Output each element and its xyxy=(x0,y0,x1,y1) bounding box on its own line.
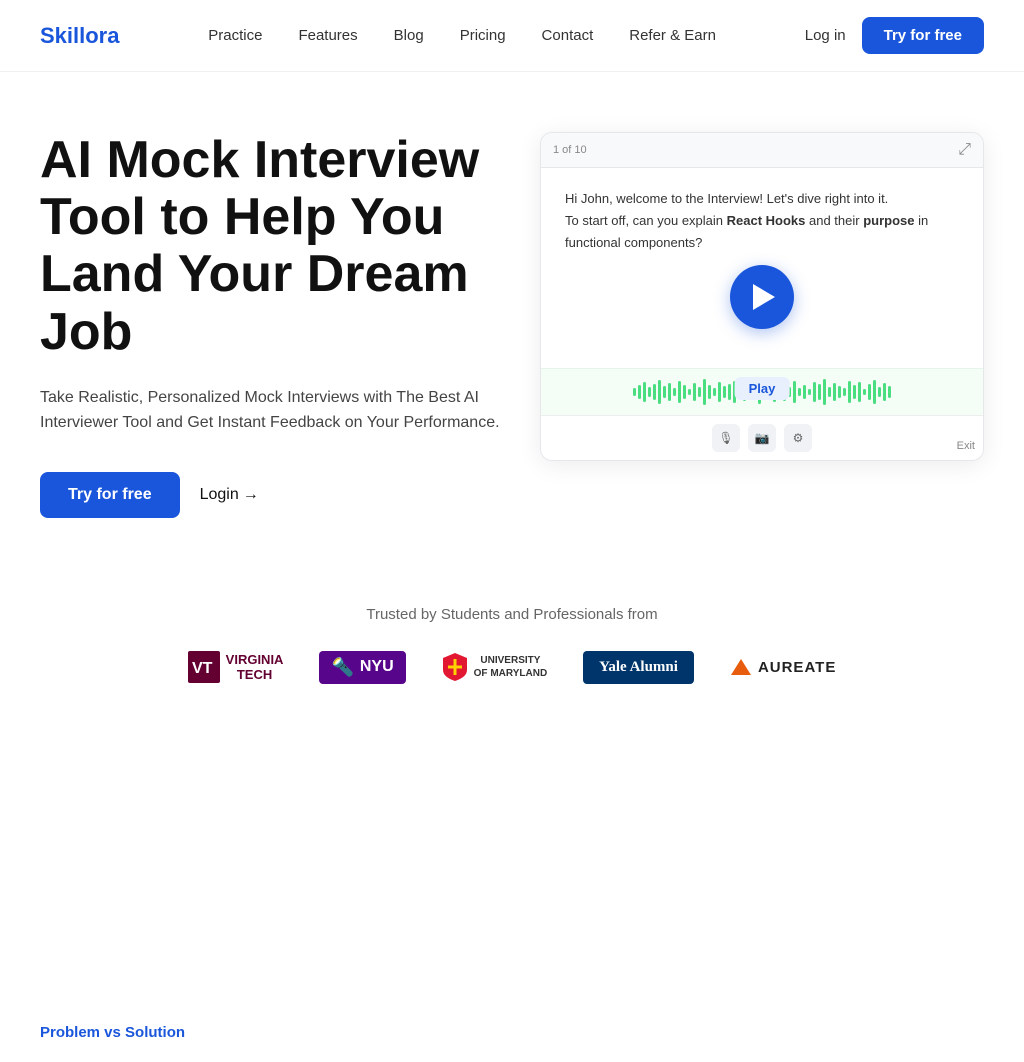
interview-q-part1: To start off, can you explain xyxy=(565,213,727,228)
vt-text: VIRGINIATECH xyxy=(226,652,284,683)
nav-blog[interactable]: Blog xyxy=(394,27,424,44)
wave-bar xyxy=(713,388,716,396)
problem-section-hint: Problem vs Solution xyxy=(0,984,1024,1062)
wave-bar xyxy=(848,381,851,403)
wave-bar xyxy=(643,382,646,402)
hero-title: AI Mock Interview Tool to Help You Land … xyxy=(40,132,500,361)
wave-bar xyxy=(663,386,666,398)
nav-practice[interactable]: Practice xyxy=(208,27,262,44)
interview-greeting: Hi John, welcome to the Interview! Let's… xyxy=(565,191,888,206)
logo-aureate: AUREATE xyxy=(730,657,836,677)
wave-bar xyxy=(708,385,711,399)
wave-bar xyxy=(813,382,816,402)
wave-bar xyxy=(838,386,841,398)
exit-button[interactable]: Exit xyxy=(957,440,975,452)
wave-bar xyxy=(678,381,681,403)
hero-right: 1 of 10 ⤢ Hi John, welcome to the Interv… xyxy=(540,132,984,461)
trusted-section: Trusted by Students and Professionals fr… xyxy=(0,558,1024,724)
vt-emblem-icon: VT xyxy=(188,651,220,683)
wave-bar xyxy=(858,382,861,402)
wave-bar xyxy=(698,387,701,397)
nav-refer-earn[interactable]: Refer & Earn xyxy=(629,27,716,44)
logo-umd: UNIVERSITYOF MARYLAND xyxy=(442,652,548,682)
wave-bar xyxy=(723,386,726,398)
wave-bar xyxy=(703,379,706,405)
wave-bar xyxy=(648,387,651,397)
nav-contact[interactable]: Contact xyxy=(542,27,594,44)
wave-bar xyxy=(658,380,661,404)
wave-bar xyxy=(863,389,866,395)
nav-pricing[interactable]: Pricing xyxy=(460,27,506,44)
wave-bar xyxy=(853,385,856,399)
hero-login-label: Login xyxy=(200,486,239,504)
brand-logo[interactable]: Skillora xyxy=(40,23,119,49)
wave-bar xyxy=(843,388,846,396)
trusted-text: Trusted by Students and Professionals fr… xyxy=(40,606,984,623)
hero-section: AI Mock Interview Tool to Help You Land … xyxy=(0,72,1024,558)
interview-bold2: purpose xyxy=(863,213,914,228)
wave-bar xyxy=(728,384,731,400)
nav-login-link[interactable]: Log in xyxy=(805,27,846,44)
nyu-torch-icon: 🔦 xyxy=(331,657,353,678)
play-label: Play xyxy=(735,377,790,400)
wave-bar xyxy=(633,388,636,396)
hero-left: AI Mock Interview Tool to Help You Land … xyxy=(40,132,500,518)
hero-actions: Try for free Login → xyxy=(40,472,500,518)
wave-bar xyxy=(888,386,891,398)
wave-bar xyxy=(828,387,831,397)
wave-bar xyxy=(798,388,801,396)
nav-right: Log in Try for free xyxy=(805,17,984,54)
logo-yale: Yale Alumni xyxy=(583,651,694,684)
nyu-label: NYU xyxy=(360,658,394,676)
wave-bar xyxy=(693,383,696,401)
ctrl-mic-icon[interactable]: 🎙 xyxy=(712,424,740,452)
spacer xyxy=(0,724,1024,984)
interview-q-part2: and their xyxy=(805,213,863,228)
nav-features[interactable]: Features xyxy=(298,27,357,44)
video-preview: 1 of 10 ⤢ Hi John, welcome to the Interv… xyxy=(540,132,984,461)
wave-bar xyxy=(833,383,836,401)
nav-links: Practice Features Blog Pricing Contact R… xyxy=(208,27,716,44)
ctrl-settings-icon[interactable]: ⚙ xyxy=(784,424,812,452)
wave-bar xyxy=(873,380,876,404)
wave-bar xyxy=(668,383,671,401)
umd-label: UNIVERSITYOF MARYLAND xyxy=(474,654,548,680)
problem-label: Problem vs Solution xyxy=(40,1024,185,1041)
hero-login-link[interactable]: Login → xyxy=(200,486,259,504)
arrow-icon: → xyxy=(243,486,259,504)
play-button[interactable] xyxy=(730,265,794,329)
wave-bar xyxy=(673,388,676,396)
umd-shield-icon xyxy=(442,652,468,682)
ctrl-camera-icon[interactable]: 📷 xyxy=(748,424,776,452)
video-counter: 1 of 10 xyxy=(553,144,587,156)
video-controls: 🎙 📷 ⚙ xyxy=(541,415,983,460)
svg-text:VT: VT xyxy=(192,660,213,677)
interview-bold1: React Hooks xyxy=(727,213,806,228)
wave-bar xyxy=(803,385,806,399)
interview-text: Hi John, welcome to the Interview! Let's… xyxy=(565,188,959,254)
wave-bar xyxy=(808,389,811,395)
wave-bar xyxy=(683,385,686,399)
nav-try-free-button[interactable]: Try for free xyxy=(862,17,984,54)
wave-bar xyxy=(793,381,796,403)
wave-bar xyxy=(688,389,691,395)
wave-bar xyxy=(718,382,721,402)
yale-label: Yale Alumni xyxy=(599,659,678,676)
logo-virginia-tech: VT VIRGINIATECH xyxy=(188,651,284,683)
aureate-label: AUREATE xyxy=(758,659,836,676)
wave-bar xyxy=(638,385,641,399)
wave-bar xyxy=(653,384,656,400)
hero-try-free-button[interactable]: Try for free xyxy=(40,472,180,518)
logos-row: VT VIRGINIATECH 🔦 NYU UNIVERSITYOF MARYL… xyxy=(40,651,984,684)
aureate-triangle-icon xyxy=(730,657,752,677)
video-toolbar: 1 of 10 ⤢ xyxy=(541,133,983,168)
wave-bar xyxy=(868,384,871,400)
hero-subtitle: Take Realistic, Personalized Mock Interv… xyxy=(40,385,500,436)
wave-bar xyxy=(818,384,821,400)
logo-nyu: 🔦 NYU xyxy=(319,651,405,684)
wave-bar xyxy=(823,379,826,405)
expand-icon[interactable]: ⤢ xyxy=(958,141,971,159)
wave-bar xyxy=(883,383,886,401)
wave-bar xyxy=(878,387,881,397)
